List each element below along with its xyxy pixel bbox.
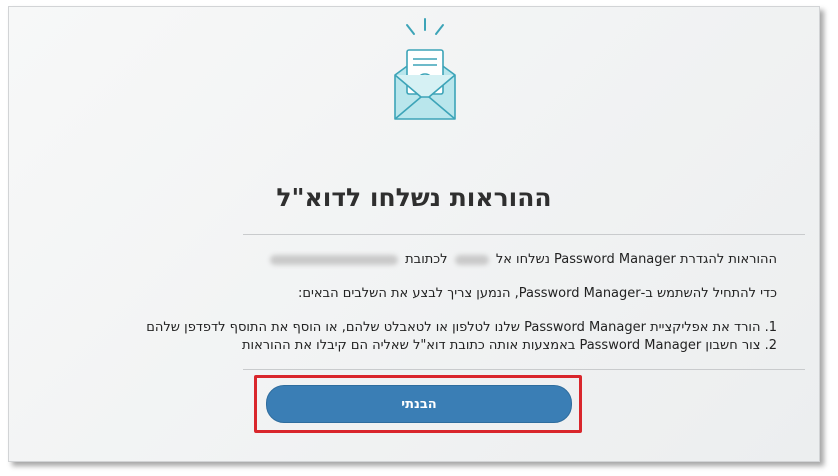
sent-to-line: ההוראות להגדרת Password Manager נשלחו אל… (49, 251, 777, 268)
envelope-check-icon (394, 18, 456, 120)
instructions-intro: כדי להתחיל להשתמש ב-Password Manager, הנ… (297, 286, 777, 301)
step-1: 1. הורד את אפליקציית Password Manager של… (146, 320, 777, 335)
top-divider (243, 234, 805, 235)
address-label: לכתובת (405, 252, 448, 267)
bottom-divider (243, 369, 805, 370)
got-it-button[interactable]: הבנתי (266, 385, 572, 423)
step-2: 2. צור חשבון Password Manager באמצעות או… (242, 338, 777, 353)
redacted-email (270, 254, 398, 265)
dialog-title: ההוראות נשלחו לדוא"ל (276, 183, 552, 212)
redacted-name (454, 254, 489, 265)
sent-to-text: ההוראות להגדרת Password Manager נשלחו אל (495, 252, 777, 267)
